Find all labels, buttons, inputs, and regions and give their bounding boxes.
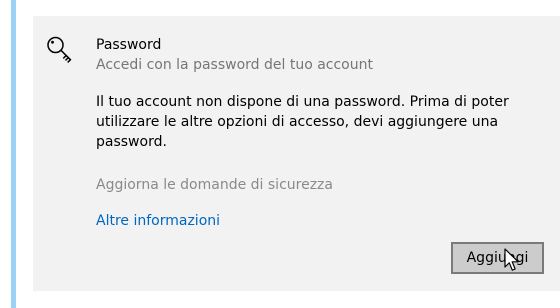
settings-canvas: Password Accedi con la password del tuo … (0, 0, 560, 308)
password-requirement-message: Il tuo account non dispone di una passwo… (96, 94, 509, 150)
password-subtitle: Accedi con la password del tuo account (96, 57, 373, 73)
password-option-panel: Password Accedi con la password del tuo … (33, 16, 560, 291)
add-password-button[interactable]: Aggiungi (451, 242, 544, 274)
more-information-link[interactable]: Altre informazioni (96, 212, 220, 230)
mouse-cursor-icon (504, 248, 519, 271)
security-questions-link: Aggiorna le domande di sicurezza (96, 177, 333, 193)
password-title: Password (96, 37, 162, 53)
key-icon (47, 36, 72, 63)
selection-accent-bar (11, 0, 16, 308)
